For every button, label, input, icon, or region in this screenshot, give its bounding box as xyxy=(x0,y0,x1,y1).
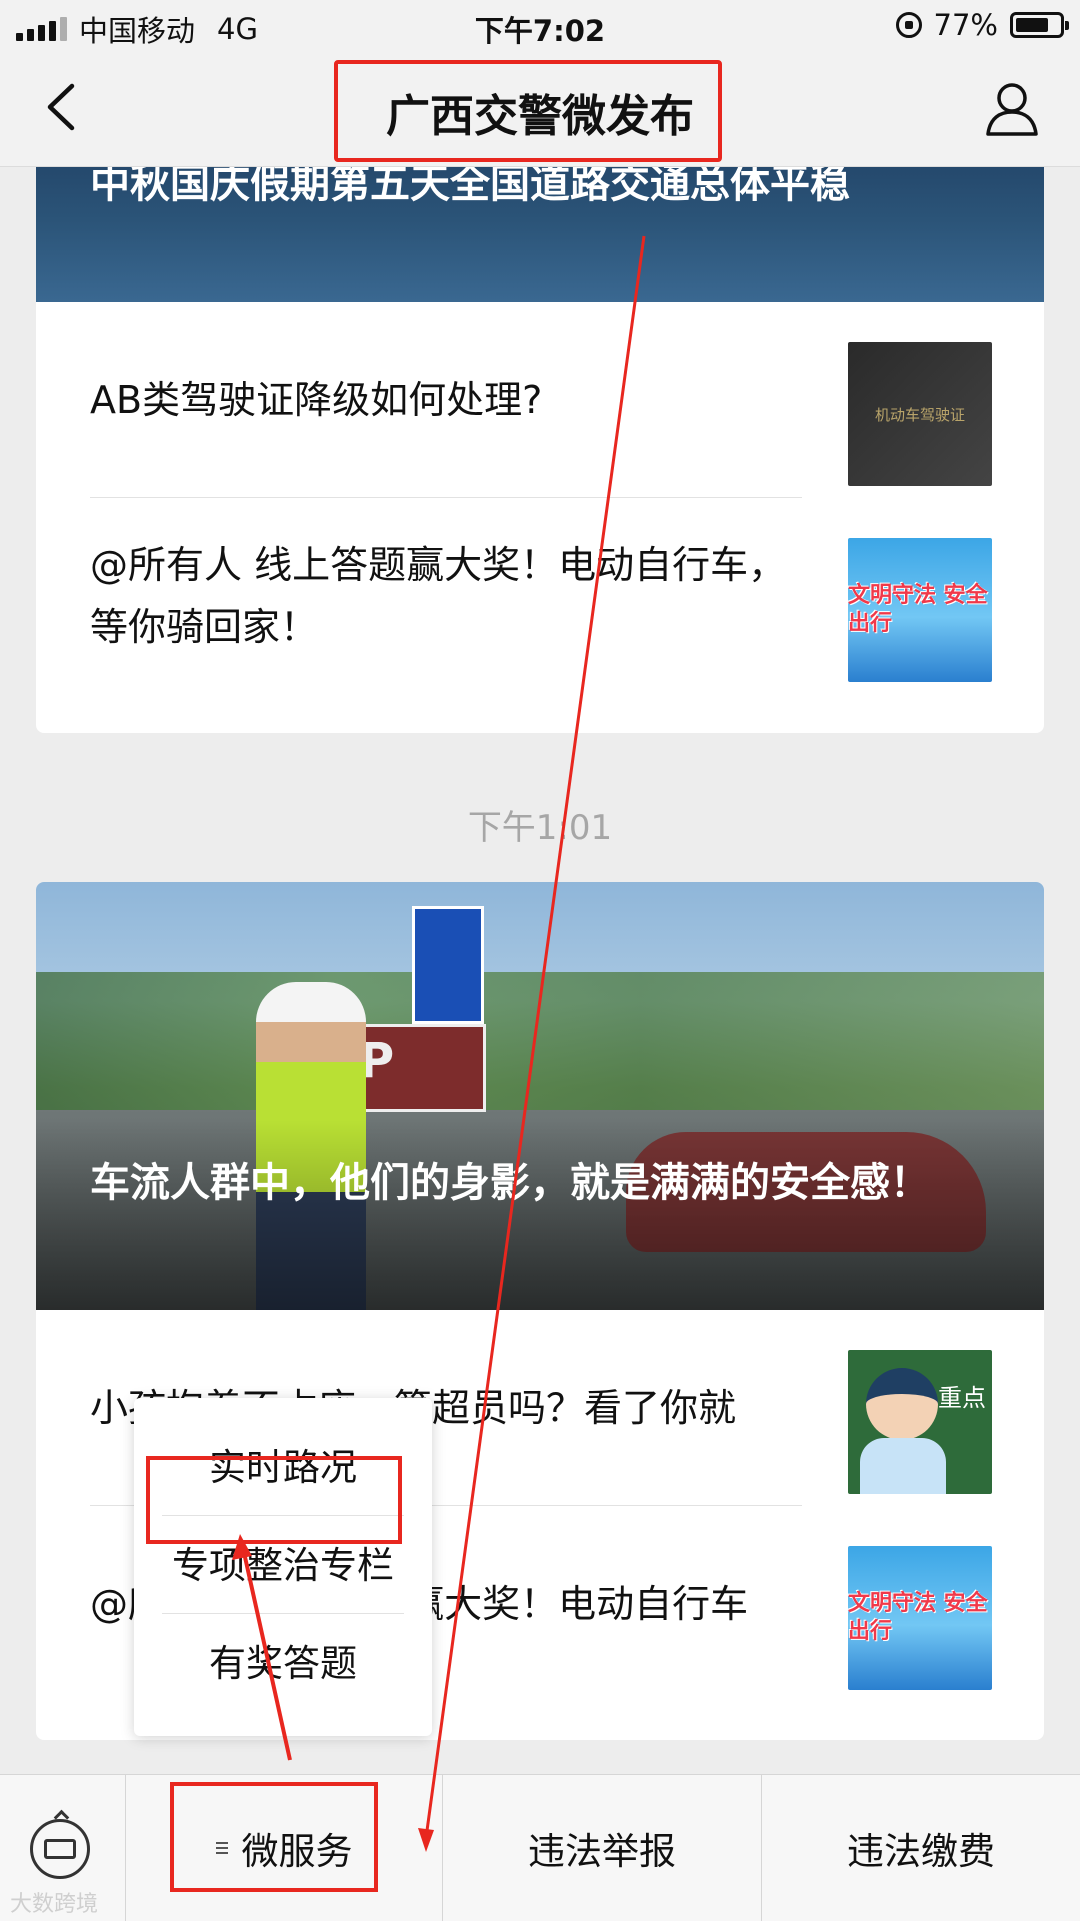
list-item[interactable]: @所有人 线上答题赢大奖！电动自行车，等你骑回家！ 文明守法 安全出行 xyxy=(36,498,1044,694)
article-title: @所有人 线上答题赢大奖！电动自行车，等你骑回家！ xyxy=(90,543,787,649)
watermark: 大数跨境 xyxy=(10,1892,99,1917)
nav-bar: 广西交警微发布 xyxy=(0,52,1080,167)
road-sign-image xyxy=(412,906,484,1024)
battery-icon xyxy=(1010,12,1069,38)
message-timestamp: 下午1:01 xyxy=(467,808,613,848)
article-title: AB类驾驶证降级如何处理? xyxy=(90,378,543,422)
tab-violation-payment[interactable]: 违法缴费 xyxy=(762,1775,1080,1921)
person-icon[interactable] xyxy=(982,78,1042,138)
article-thumbnail: 重点 xyxy=(848,1350,992,1494)
tab-highlight-box xyxy=(170,1782,378,1892)
bottom-menu-bar: 微服务 违法举报 违法缴费 xyxy=(0,1774,1080,1921)
menu-highlight-box xyxy=(146,1456,402,1544)
service-popup-menu: 实时路况 专项整治专栏 有奖答题 xyxy=(134,1398,432,1736)
keyboard-icon xyxy=(30,1819,90,1879)
article-thumbnail: 文明守法 安全出行 xyxy=(848,538,992,682)
menu-item-prize-quiz[interactable]: 有奖答题 xyxy=(134,1616,432,1712)
list-item[interactable]: AB类驾驶证降级如何处理? 机动车驾驶证 xyxy=(36,302,1044,498)
title-highlight-box xyxy=(334,60,722,162)
hero-title: 车流人群中，他们的身影，就是满满的安全感！ xyxy=(90,1160,930,1206)
tab-label: 违法缴费 xyxy=(847,1830,995,1873)
rotation-lock-icon xyxy=(895,12,922,38)
hero-article[interactable]: P 车流人群中，他们的身影，就是满满的安全感！ xyxy=(36,882,1044,1310)
tab-label: 违法举报 xyxy=(528,1830,676,1873)
thumbnail-text: 文明守法 安全出行 xyxy=(848,583,988,636)
article-card: 中秋国庆假期第五天全国道路交通总体平稳 AB类驾驶证降级如何处理? 机动车驾驶证… xyxy=(36,120,1044,733)
thumbnail-text: 机动车驾驶证 xyxy=(874,405,965,424)
tab-violation-report[interactable]: 违法举报 xyxy=(443,1775,762,1921)
article-thumbnail: 机动车驾驶证 xyxy=(848,342,992,486)
thumbnail-text: 重点 xyxy=(938,1384,986,1412)
battery-percent: 77% xyxy=(933,8,998,42)
status-bar: 中国移动 4G 下午7:02 77% xyxy=(0,0,1080,52)
hero-photo-trees xyxy=(36,972,1044,1132)
article-thumbnail: 文明守法 安全出行 xyxy=(848,1546,992,1690)
thumbnail-text: 文明守法 安全出行 xyxy=(848,1591,988,1644)
